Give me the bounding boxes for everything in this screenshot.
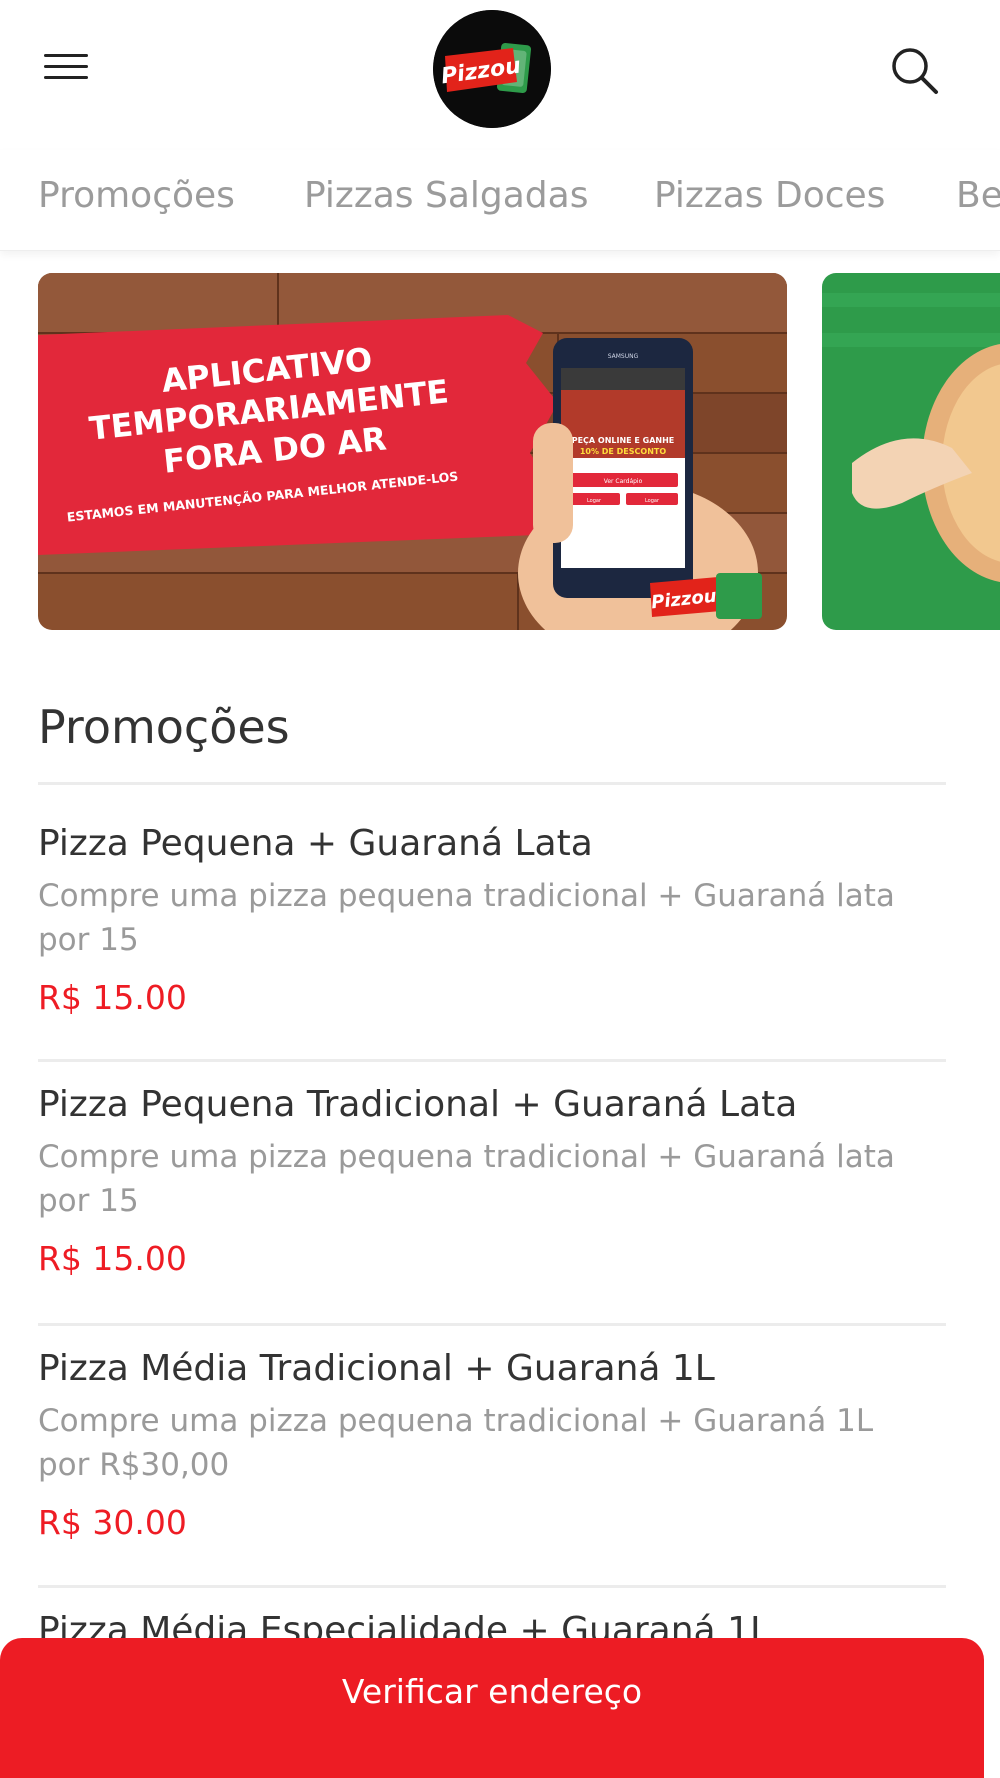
- product-description: Compre uma pizza pequena tradicional + G…: [38, 878, 895, 958]
- product-price: R$ 15.00: [38, 978, 187, 1017]
- phone-btn-1: Ver Cardápio: [604, 478, 643, 485]
- item-divider: [38, 1323, 946, 1326]
- tab-pizzas-doces[interactable]: Pizzas Doces: [654, 175, 885, 216]
- section-title: Promoções: [38, 700, 290, 754]
- phone-promo-1: PEÇA ONLINE E GANHE: [572, 436, 675, 445]
- phone-btn-3: Logar: [645, 498, 660, 504]
- product-price: R$ 30.00: [38, 1503, 187, 1542]
- product-item[interactable]: Pizza Média Tradicional + Guaraná 1L Com…: [38, 1345, 946, 1545]
- product-item[interactable]: Pizza Pequena + Guaraná Lata Compre uma …: [38, 820, 946, 1020]
- phone-promo-2: 10% DE DESCONTO: [580, 447, 667, 456]
- brand-logo[interactable]: Pizzou: [433, 10, 551, 128]
- verify-address-button[interactable]: Verificar endereço: [0, 1638, 984, 1778]
- product-name: Pizza Média Tradicional + Guaraná 1L: [38, 1348, 715, 1389]
- item-divider: [38, 1585, 946, 1588]
- item-divider: [38, 1059, 946, 1062]
- banner-promo-2[interactable]: [822, 273, 1000, 630]
- banner-app-offline[interactable]: APLICATIVO TEMPORARIAMENTE FORA DO AR ES…: [38, 273, 787, 630]
- search-icon[interactable]: [888, 44, 940, 96]
- product-item[interactable]: Pizza Pequena Tradicional + Guaraná Lata…: [38, 1081, 946, 1281]
- tab-promocoes[interactable]: Promoções: [38, 175, 235, 216]
- top-bar: Pizzou: [0, 0, 1000, 140]
- tab-pizzas-salgadas[interactable]: Pizzas Salgadas: [304, 175, 588, 216]
- hamburger-menu-icon[interactable]: [44, 50, 90, 84]
- phone-btn-2: Logar: [587, 498, 602, 504]
- tab-bebidas[interactable]: Bebidas: [956, 175, 1000, 216]
- phone-brand: SAMSUNG: [608, 353, 639, 360]
- product-name: Pizza Pequena Tradicional + Guaraná Lata: [38, 1084, 798, 1125]
- product-price: R$ 15.00: [38, 1239, 187, 1278]
- section-divider: [38, 782, 946, 785]
- product-description: Compre uma pizza pequena tradicional + G…: [38, 1403, 874, 1483]
- product-name: Pizza Pequena + Guaraná Lata: [38, 823, 593, 864]
- category-tabs: Promoções Pizzas Salgadas Pizzas Doces B…: [0, 150, 1000, 251]
- product-description: Compre uma pizza pequena tradicional + G…: [38, 1139, 895, 1219]
